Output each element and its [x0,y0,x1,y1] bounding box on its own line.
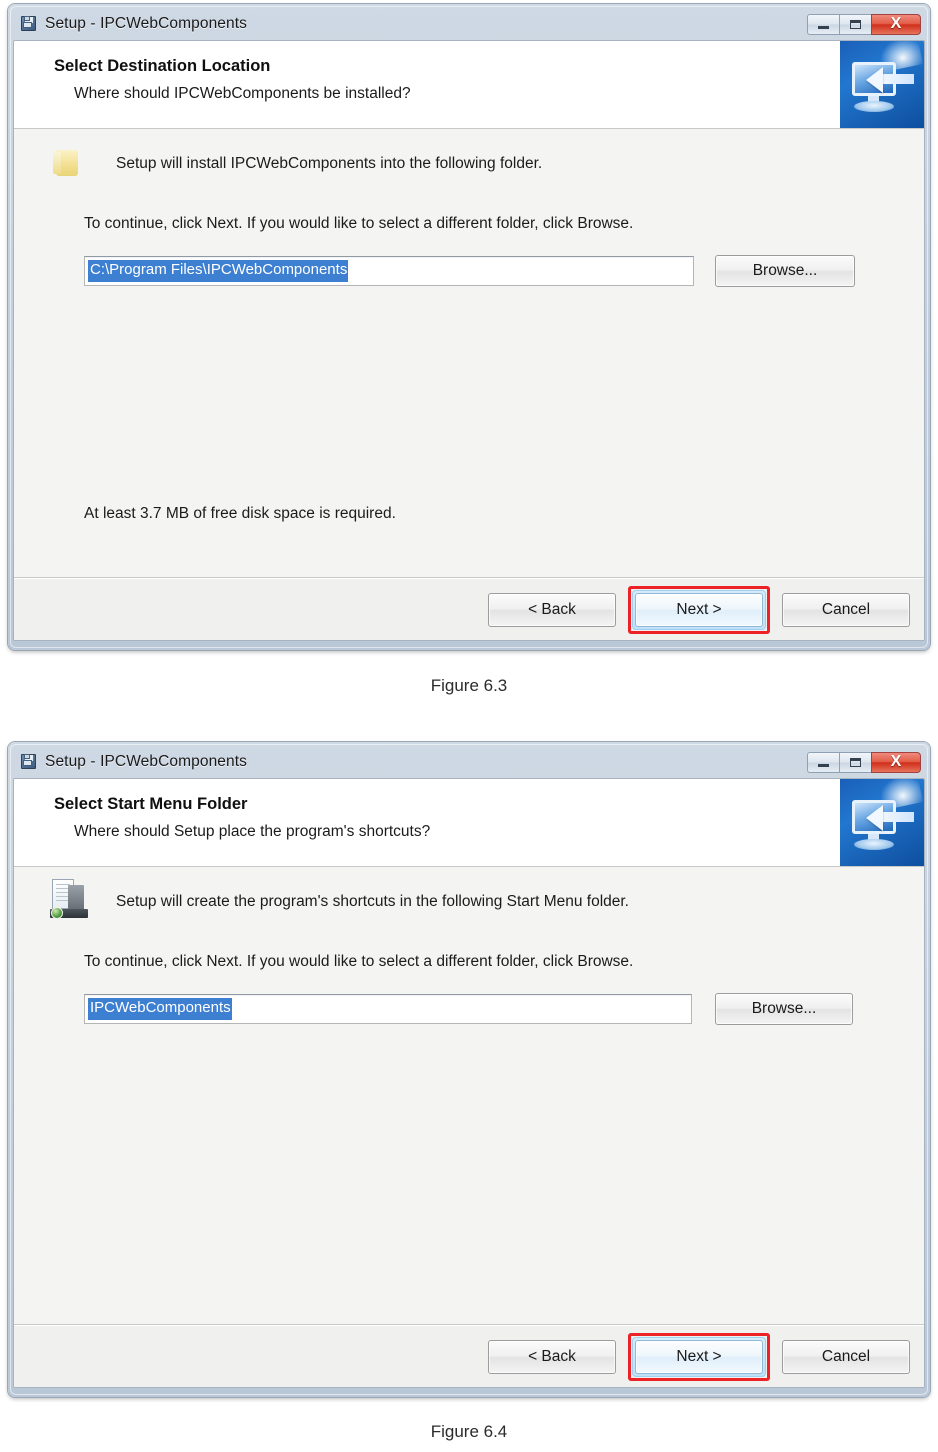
destination-path-row: C:\Program Files\IPCWebComponents Browse… [84,255,884,287]
instruction-text: To continue, click Next. If you would li… [84,953,634,970]
window-title: Setup - IPCWebComponents [45,753,247,770]
destination-path-value: C:\Program Files\IPCWebComponents [88,260,349,282]
setup-disk-icon [20,15,38,33]
dialog-body: Setup will install IPCWebComponents into… [14,129,924,639]
monitor-arrow-icon [840,779,924,866]
window-controls: X [807,13,923,35]
window-controls: X [807,751,923,773]
page-subtitle: Where should IPCWebComponents be install… [74,85,411,102]
back-button[interactable]: < Back [488,1340,616,1374]
page-root: Setup - IPCWebComponents X Select Destin… [0,0,938,1452]
dialog-header: Select Start Menu Folder Where should Se… [14,779,924,867]
start-menu-folder-row: IPCWebComponents Browse... [84,993,884,1025]
figure-caption-2: Figure 6.4 [430,1422,508,1441]
next-button-focus-wrapper: Next > [628,586,770,634]
footer-buttons: < Back Next > Cancel [488,1333,910,1381]
titlebar[interactable]: Setup - IPCWebComponents X [13,8,925,40]
close-button[interactable]: X [871,751,921,773]
disk-space-text: At least 3.7 MB of free disk space is re… [84,505,396,522]
setup-window-destination-location: Setup - IPCWebComponents X Select Destin… [8,4,930,650]
monitor-arrow-icon [840,41,924,128]
cancel-button[interactable]: Cancel [782,1340,910,1374]
page-title: Select Destination Location [54,57,271,75]
browse-button[interactable]: Browse... [715,255,855,287]
close-icon: X [890,15,902,32]
page-subtitle: Where should Setup place the program's s… [74,823,431,840]
intro-text: Setup will install IPCWebComponents into… [116,155,543,172]
setup-disk-icon [20,753,38,771]
next-button[interactable]: Next > [635,593,763,627]
dialog-body: Setup will create the program's shortcut… [14,867,924,1386]
cancel-button[interactable]: Cancel [782,593,910,627]
minimize-icon [818,764,829,767]
dialog-footer: < Back Next > Cancel [14,577,924,640]
maximize-button[interactable] [839,751,871,773]
folder-icon [50,147,84,181]
next-button[interactable]: Next > [635,1340,763,1374]
start-menu-icon [50,879,90,923]
dialog-footer: < Back Next > Cancel [14,1324,924,1387]
footer-buttons: < Back Next > Cancel [488,586,910,634]
browse-button[interactable]: Browse... [715,993,853,1025]
dialog-client-area: Select Start Menu Folder Where should Se… [13,778,925,1388]
maximize-icon [850,757,861,767]
figure-caption-1: Figure 6.3 [430,676,508,695]
start-menu-folder-value: IPCWebComponents [88,998,232,1020]
next-button-focus-wrapper: Next > [628,1333,770,1381]
titlebar[interactable]: Setup - IPCWebComponents X [13,746,925,778]
intro-text: Setup will create the program's shortcut… [116,893,629,910]
page-title: Select Start Menu Folder [54,795,248,813]
minimize-icon [818,26,829,29]
maximize-button[interactable] [839,13,871,35]
maximize-icon [850,19,861,29]
instruction-text: To continue, click Next. If you would li… [84,215,634,232]
setup-window-start-menu-folder: Setup - IPCWebComponents X Select Start … [8,742,930,1397]
minimize-button[interactable] [807,751,839,773]
close-icon: X [890,753,902,770]
dialog-header: Select Destination Location Where should… [14,41,924,129]
close-button[interactable]: X [871,13,921,35]
destination-path-input[interactable]: C:\Program Files\IPCWebComponents [84,256,694,286]
back-button[interactable]: < Back [488,593,616,627]
start-menu-folder-input[interactable]: IPCWebComponents [84,994,692,1024]
window-title: Setup - IPCWebComponents [45,15,247,32]
dialog-client-area: Select Destination Location Where should… [13,40,925,641]
minimize-button[interactable] [807,13,839,35]
